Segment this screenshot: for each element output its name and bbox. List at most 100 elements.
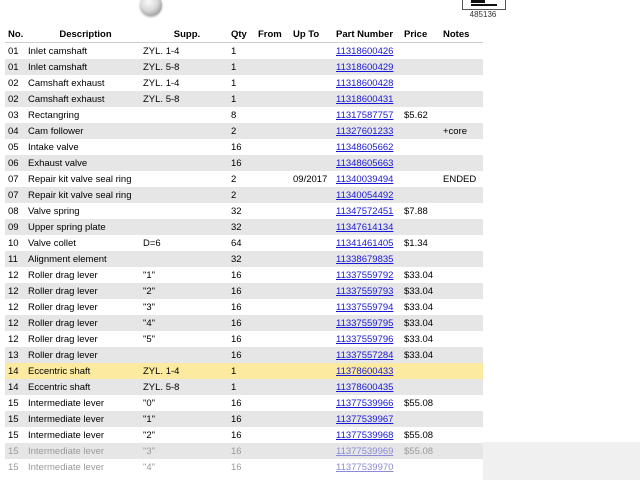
part-number-link[interactable]: 11318600429 — [336, 62, 393, 73]
table-row[interactable]: 04 Cam follower 2 11327601233 +core — [5, 123, 483, 139]
cell-part-number: 11377539970 — [336, 459, 404, 475]
part-number-link[interactable]: 11318600428 — [336, 78, 393, 89]
part-number-link[interactable]: 11347572451 — [336, 206, 393, 217]
cell-notes — [443, 251, 483, 267]
table-row[interactable]: 15 Intermediate lever "0" 16 11377539966 $55.… — [5, 395, 483, 411]
part-number-link[interactable]: 11377539966 — [336, 398, 393, 409]
cell-notes — [443, 75, 483, 91]
zoom-knob-icon[interactable] — [140, 0, 162, 16]
cell-from — [258, 251, 293, 267]
cell-no: 11 — [5, 251, 28, 267]
cell-no: 15 — [5, 411, 28, 427]
cell-notes — [443, 42, 483, 59]
table-row[interactable]: 15 Intermediate lever "1" 16 11377539967 — [5, 411, 483, 427]
table-row[interactable]: 01 Inlet camshaft ZYL. 1-4 1 11318600426 — [5, 42, 483, 59]
cell-price — [404, 42, 443, 59]
cell-up-to — [293, 283, 336, 299]
cell-qty: 2 — [231, 187, 258, 203]
table-row[interactable]: 05 Intake valve 16 11348605662 — [5, 139, 483, 155]
cell-description: Exhaust valve — [28, 155, 143, 171]
header-price: Price — [404, 26, 443, 43]
cell-part-number: 11348605663 — [336, 155, 404, 171]
cell-from — [258, 59, 293, 75]
table-row[interactable]: 02 Camshaft exhaust ZYL. 5-8 1 11318600431 — [5, 91, 483, 107]
part-number-link[interactable]: 11348605663 — [336, 158, 393, 169]
table-row[interactable]: 02 Camshaft exhaust ZYL. 1-4 1 11318600428 — [5, 75, 483, 91]
cell-supp — [143, 107, 231, 123]
part-number-link[interactable]: 11337559794 — [336, 302, 393, 313]
table-row[interactable]: 14 Eccentric shaft ZYL. 1-4 1 11378600433 — [5, 363, 483, 379]
part-number-link[interactable]: 11317587757 — [336, 110, 393, 121]
table-row[interactable]: 14 Eccentric shaft ZYL. 5-8 1 11378600435 — [5, 379, 483, 395]
table-row[interactable]: 07 Repair kit valve seal ring 2 09/2017 1134… — [5, 171, 483, 187]
part-number-link[interactable]: 11347614134 — [336, 222, 393, 233]
cell-from — [258, 42, 293, 59]
cell-qty: 1 — [231, 363, 258, 379]
cell-supp: "2" — [143, 427, 231, 443]
cell-part-number: 11378600435 — [336, 379, 404, 395]
part-number-link[interactable]: 11378600435 — [336, 382, 393, 393]
cell-notes — [443, 395, 483, 411]
table-row[interactable]: 03 Rectangring 8 11317587757 $5.62 — [5, 107, 483, 123]
cell-notes — [443, 267, 483, 283]
table-row[interactable]: 10 Valve collet D=6 64 11341461405 $1.34 — [5, 235, 483, 251]
cell-qty: 16 — [231, 427, 258, 443]
cell-no: 14 — [5, 363, 28, 379]
table-row[interactable]: 15 Intermediate lever "4" 16 11377539970 — [5, 459, 483, 475]
table-row[interactable]: 15 Intermediate lever "3" 16 11377539969 $55.… — [5, 443, 483, 459]
table-row[interactable]: 07 Repair kit valve seal ring 2 11340054492 — [5, 187, 483, 203]
cell-qty: 32 — [231, 219, 258, 235]
cell-from — [258, 203, 293, 219]
cell-description: Roller drag lever — [28, 315, 143, 331]
part-number-link[interactable]: 11318600431 — [336, 94, 393, 105]
cell-description: Intake valve — [28, 139, 143, 155]
cell-part-number: 11348605662 — [336, 139, 404, 155]
part-number-link[interactable]: 11348605662 — [336, 142, 393, 153]
table-row[interactable]: 12 Roller drag lever "4" 16 11337559795 $33.0… — [5, 315, 483, 331]
cell-price: $55.08 — [404, 443, 443, 459]
part-number-link[interactable]: 11337559792 — [336, 270, 393, 281]
diagram-thumbnail-icon[interactable] — [462, 0, 506, 10]
cell-description: Eccentric shaft — [28, 363, 143, 379]
part-number-link[interactable]: 11337559796 — [336, 334, 393, 345]
header-notes: Notes — [443, 26, 483, 43]
cell-no: 05 — [5, 139, 28, 155]
part-number-link[interactable]: 11377539969 — [336, 446, 393, 457]
cell-part-number: 11318600431 — [336, 91, 404, 107]
part-number-link[interactable]: 11337559795 — [336, 318, 393, 329]
part-number-link[interactable]: 11340039494 — [336, 174, 393, 185]
cell-no: 06 — [5, 155, 28, 171]
cell-price: $33.04 — [404, 315, 443, 331]
part-number-link[interactable]: 11340054492 — [336, 190, 393, 201]
part-number-link[interactable]: 11378600433 — [336, 366, 393, 377]
cell-part-number: 11377539968 — [336, 427, 404, 443]
table-row[interactable]: 11 Alignment element 32 11338679835 — [5, 251, 483, 267]
part-number-link[interactable]: 11337559793 — [336, 286, 393, 297]
part-number-link[interactable]: 11341461405 — [336, 238, 393, 249]
cell-supp: D=6 — [143, 235, 231, 251]
cell-price — [404, 411, 443, 427]
table-row[interactable]: 09 Upper spring plate 32 11347614134 — [5, 219, 483, 235]
part-number-link[interactable]: 11337557284 — [336, 350, 393, 361]
table-row[interactable]: 12 Roller drag lever "2" 16 11337559793 $33.0… — [5, 283, 483, 299]
table-row[interactable]: 12 Roller drag lever "3" 16 11337559794 $33.0… — [5, 299, 483, 315]
part-number-link[interactable]: 11377539968 — [336, 430, 393, 441]
cell-description: Repair kit valve seal ring — [28, 187, 143, 203]
part-number-link[interactable]: 11338679835 — [336, 254, 393, 265]
table-row[interactable]: 13 Roller drag lever 16 11337557284 $33.04 — [5, 347, 483, 363]
cell-supp: ZYL. 1-4 — [143, 363, 231, 379]
cell-qty: 32 — [231, 203, 258, 219]
table-row[interactable]: 08 Valve spring 32 11347572451 $7.88 — [5, 203, 483, 219]
cell-notes — [443, 299, 483, 315]
cell-part-number: 11347614134 — [336, 219, 404, 235]
table-row[interactable]: 12 Roller drag lever "5" 16 11337559796 $33.0… — [5, 331, 483, 347]
cell-description: Valve spring — [28, 203, 143, 219]
table-row[interactable]: 12 Roller drag lever "1" 16 11337559792 $33.0… — [5, 267, 483, 283]
part-number-link[interactable]: 11377539967 — [336, 414, 393, 425]
part-number-link[interactable]: 11327601233 — [336, 126, 393, 137]
table-row[interactable]: 15 Intermediate lever "2" 16 11377539968 $55.… — [5, 427, 483, 443]
part-number-link[interactable]: 11377539970 — [336, 462, 393, 473]
table-row[interactable]: 01 Inlet camshaft ZYL. 5-8 1 11318600429 — [5, 59, 483, 75]
part-number-link[interactable]: 11318600426 — [336, 46, 393, 57]
table-row[interactable]: 06 Exhaust valve 16 11348605663 — [5, 155, 483, 171]
